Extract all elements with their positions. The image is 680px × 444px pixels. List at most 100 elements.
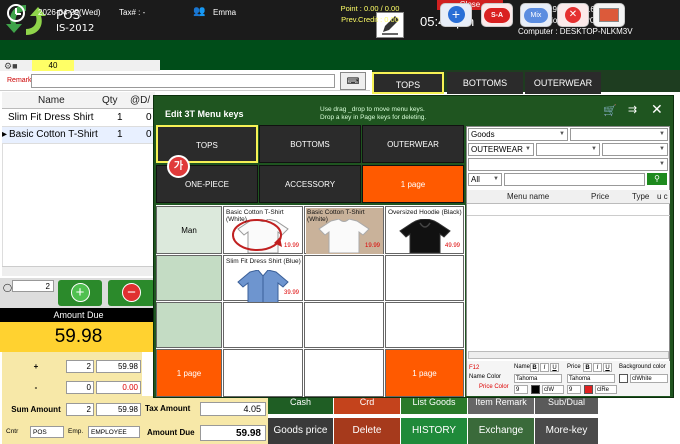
sub-dual-button[interactable]: Sub/Dual bbox=[535, 396, 598, 414]
price-italic-button[interactable]: I bbox=[593, 363, 602, 372]
minus-icon: − bbox=[122, 283, 141, 302]
category-outerwear[interactable]: OUTERWEAR bbox=[362, 125, 464, 163]
history-button[interactable]: HISTORY bbox=[401, 418, 467, 444]
counter-row: Cntr POS Emp. EMPLOYEE bbox=[6, 426, 140, 440]
price-color-swatch[interactable] bbox=[584, 385, 593, 394]
basket-icon[interactable]: 🛒 bbox=[603, 104, 617, 117]
add-button[interactable]: + bbox=[440, 3, 472, 27]
card-button[interactable]: Crd bbox=[334, 396, 400, 414]
menu-key-empty[interactable] bbox=[223, 302, 303, 348]
menu-key-empty[interactable] bbox=[385, 302, 464, 348]
list-item[interactable] bbox=[467, 204, 670, 216]
top-category-tops[interactable]: TOPS bbox=[372, 72, 444, 94]
calc-sum-amount[interactable]: 59.98 bbox=[96, 403, 141, 416]
print-button[interactable] bbox=[593, 3, 625, 27]
item-price: 19.99 bbox=[364, 243, 380, 249]
menu-key-empty[interactable] bbox=[385, 255, 464, 301]
dialog-title: Edit 3T Menu keys bbox=[165, 109, 244, 119]
category-bottoms[interactable]: BOTTOMS bbox=[259, 125, 361, 163]
menu-key-item[interactable]: Slim Fit Dress Shirt (Blue) 39.99 bbox=[223, 255, 303, 304]
amount-due-value: 59.98 bbox=[0, 322, 157, 352]
cash-button[interactable]: Cash bbox=[268, 396, 333, 414]
price-font-select[interactable]: Tahoma bbox=[567, 374, 615, 383]
sub-select-1[interactable]: ▼ bbox=[570, 128, 668, 141]
calc-sum-qty[interactable]: 2 bbox=[66, 403, 94, 416]
name-underline-button[interactable]: U bbox=[550, 363, 559, 372]
side-cell-empty[interactable] bbox=[156, 302, 222, 348]
table-row[interactable]: ▸ Basic Cotton T-Shirt 1 0 bbox=[2, 127, 155, 144]
cancel-button[interactable]: ✕ bbox=[557, 3, 589, 27]
list-goods-button[interactable]: List Goods bbox=[401, 396, 467, 414]
price-color-select[interactable]: clRe bbox=[595, 385, 617, 394]
top-category-outerwear[interactable]: OUTERWEAR bbox=[525, 72, 601, 94]
name-color-swatch[interactable] bbox=[531, 385, 540, 394]
search-input[interactable] bbox=[504, 173, 645, 186]
name-color-select[interactable]: clW bbox=[542, 385, 564, 394]
grid-page-key[interactable]: 1 page bbox=[385, 349, 464, 397]
name-color-label: Name Color bbox=[469, 374, 502, 380]
qty-plus-button[interactable]: + bbox=[58, 280, 102, 306]
item-price: 19.99 bbox=[283, 243, 299, 249]
exit-icon[interactable]: ⇉ bbox=[628, 103, 637, 116]
row-qty: 1 bbox=[117, 129, 123, 140]
side-cell-empty[interactable] bbox=[156, 255, 222, 301]
filter-select[interactable]: All ▼ bbox=[468, 173, 502, 186]
menu-key-item[interactable]: Basic Cotton T-Shirt (White) 19.99 bbox=[223, 206, 303, 254]
price-bold-button[interactable]: B bbox=[583, 363, 592, 372]
qty-display[interactable]: 40 bbox=[32, 60, 74, 71]
calc-minus-qty[interactable]: 0 bbox=[66, 381, 94, 394]
sub-select-4[interactable]: ▼ bbox=[468, 158, 668, 171]
name-bold-button[interactable]: B bbox=[530, 363, 539, 372]
price-underline-button[interactable]: U bbox=[603, 363, 612, 372]
list-scrollbar[interactable] bbox=[468, 351, 669, 359]
menu-key-item[interactable]: Oversized Hoodie (Black) 49.99 bbox=[385, 206, 464, 254]
menu-key-item[interactable]: Basic Cotton T-Shirt (White) 19.99 bbox=[304, 206, 384, 254]
category-page-key[interactable]: 1 page bbox=[362, 165, 464, 203]
search-button[interactable]: ⚲ bbox=[647, 173, 667, 185]
calc-minus-amount[interactable]: 0.00 bbox=[96, 381, 141, 394]
dialog-close-icon[interactable]: ✕ bbox=[651, 101, 663, 118]
calc-plus-amount[interactable]: 59.98 bbox=[96, 360, 141, 373]
keyboard-button[interactable]: ⌨ bbox=[340, 72, 366, 90]
order-scrollbar[interactable] bbox=[2, 266, 155, 276]
price-size-select[interactable]: 9 bbox=[567, 385, 581, 394]
sub-select-2[interactable]: ▼ bbox=[536, 143, 600, 156]
category-accessory[interactable]: ACCESSORY bbox=[259, 165, 361, 203]
category-select[interactable]: OUTERWEAR ▼ bbox=[468, 143, 534, 156]
calc-plus-qty[interactable]: 2 bbox=[66, 360, 94, 373]
col-disc: @D/ bbox=[130, 95, 151, 106]
top-category-bottoms[interactable]: BOTTOMS bbox=[447, 72, 523, 94]
qty-input[interactable]: 2 bbox=[12, 280, 54, 292]
printer-icon bbox=[599, 8, 619, 22]
name-size-select[interactable]: 9 bbox=[514, 385, 528, 394]
delete-button[interactable]: Delete bbox=[334, 418, 400, 444]
background-color-swatch[interactable] bbox=[619, 374, 628, 383]
menu-key-empty[interactable] bbox=[223, 349, 303, 397]
sa-label: S-A bbox=[484, 8, 510, 23]
qty-strip bbox=[0, 60, 160, 71]
background-color-select[interactable]: clWhite bbox=[630, 374, 668, 383]
more-key-button[interactable]: More-key bbox=[535, 418, 598, 444]
remark-input[interactable] bbox=[31, 74, 335, 88]
menu-key-empty[interactable] bbox=[304, 349, 384, 397]
goods-price-button[interactable]: Goods price bbox=[268, 418, 333, 444]
item-price: 39.99 bbox=[283, 290, 299, 296]
menu-key-empty[interactable] bbox=[304, 255, 384, 301]
amount-due-label: Amount Due bbox=[0, 308, 157, 322]
mix-button[interactable]: Mix bbox=[520, 3, 552, 27]
qty-minus-button[interactable]: − bbox=[108, 280, 155, 306]
name-italic-button[interactable]: I bbox=[540, 363, 549, 372]
filter-select-value: All bbox=[471, 175, 480, 184]
sa-button[interactable]: S-A bbox=[481, 3, 513, 27]
menu-key-empty[interactable] bbox=[304, 302, 384, 348]
exchange-button[interactable]: Exchange bbox=[468, 418, 534, 444]
chevron-down-icon: ▼ bbox=[559, 131, 565, 137]
goods-select[interactable]: Goods ▼ bbox=[468, 128, 568, 141]
side-cell-page[interactable]: 1 page bbox=[156, 349, 222, 397]
item-remark-button[interactable]: Item Remark bbox=[468, 396, 534, 414]
calc-plus-row: + 2 59.98 bbox=[6, 359, 141, 375]
name-font-select[interactable]: Tahoma bbox=[514, 374, 562, 383]
side-cell-man[interactable]: Man bbox=[156, 206, 222, 254]
sub-select-3[interactable]: ▼ bbox=[602, 143, 668, 156]
table-row[interactable]: Slim Fit Dress Shirt 1 0 bbox=[2, 110, 155, 127]
